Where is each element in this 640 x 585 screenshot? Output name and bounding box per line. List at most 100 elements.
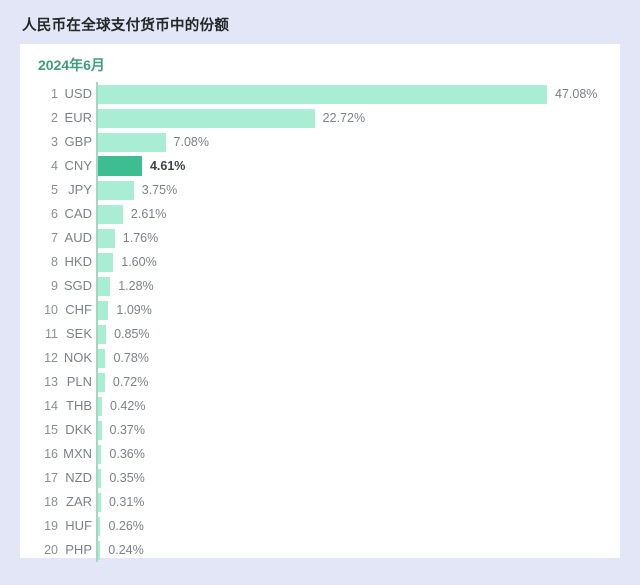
bar-row-bar bbox=[98, 84, 547, 104]
bar-row[interactable]: 5 JPY 3.75% bbox=[20, 178, 620, 202]
bar-row-value-label: 0.35% bbox=[109, 471, 145, 485]
bar-row[interactable]: 17 NZD 0.35% bbox=[20, 466, 620, 490]
bar-row[interactable]: 4 CNY 4.61% bbox=[20, 154, 620, 178]
bar-row-bar bbox=[98, 108, 315, 128]
bar-row-currency-code: NOK bbox=[63, 350, 92, 365]
bar-row-value-label: 0.42% bbox=[110, 399, 146, 413]
bar-row-currency-code: THB bbox=[66, 398, 92, 413]
bar-row-bar bbox=[98, 300, 109, 320]
bar-row[interactable]: 14 THB 0.42% bbox=[20, 394, 620, 418]
bar-row-value-label: 0.31% bbox=[108, 495, 145, 509]
bar-row-currency-code: HKD bbox=[64, 254, 92, 269]
bar-row-value-label: 1.76% bbox=[122, 231, 159, 245]
bar-row-currency-code: JPY bbox=[68, 182, 92, 197]
bar-row-bar bbox=[98, 468, 102, 488]
bar-row-currency-code: SGD bbox=[63, 278, 92, 293]
bar-row[interactable]: 16 MXN 0.36% bbox=[20, 442, 620, 466]
bar-row-rank: 18 bbox=[44, 495, 58, 509]
bar-row[interactable]: 18 ZAR 0.31% bbox=[20, 490, 620, 514]
bar-row[interactable]: 10 CHF 1.09% bbox=[20, 298, 620, 322]
bar-row-bar-wrap: 3.75% bbox=[98, 178, 177, 202]
bar-row-rank: 2 bbox=[51, 111, 58, 125]
bar-row-bar-wrap: 0.36% bbox=[98, 442, 145, 466]
bar-row[interactable]: 2 EUR 22.72% bbox=[20, 106, 620, 130]
bar-row-bar-wrap: 0.85% bbox=[98, 322, 150, 346]
bar-row-bar bbox=[98, 276, 111, 296]
bar-row-value-label: 0.85% bbox=[114, 327, 150, 341]
bar-row-bar bbox=[98, 540, 101, 560]
chart-period-label: 2024年6月 bbox=[38, 57, 105, 73]
bar-row[interactable]: 1 USD 47.08% bbox=[20, 82, 620, 106]
bar-row-bar bbox=[98, 180, 134, 200]
bar-row-bar bbox=[98, 324, 107, 344]
bar-row-currency-code: EUR bbox=[64, 110, 92, 125]
bar-row-rank: 14 bbox=[44, 399, 58, 413]
bar-row[interactable]: 6 CAD 2.61% bbox=[20, 202, 620, 226]
bar-row-bar-wrap: 1.28% bbox=[98, 274, 154, 298]
bar-row[interactable]: 8 HKD 1.60% bbox=[20, 250, 620, 274]
bar-row-currency-code: NZD bbox=[65, 470, 92, 485]
bar-row-currency-code: CHF bbox=[65, 302, 92, 317]
bar-chart: 1 USD 47.08% 2 EUR 22.72% 3 GBP 7.08% 4 CNY 4.61% 5 J… bbox=[20, 82, 620, 562]
bar-row-bar bbox=[98, 348, 106, 368]
bar-row-value-label: 0.26% bbox=[108, 519, 144, 533]
page-root: 人民币在全球支付货币中的份额 2024年6月 1 USD 47.08% 2 EUR 22.… bbox=[0, 0, 640, 585]
bar-row-value-label: 3.75% bbox=[141, 183, 178, 197]
bar-row-bar-wrap: 1.76% bbox=[98, 226, 158, 250]
bar-row-bar-wrap: 0.72% bbox=[98, 370, 148, 394]
bar-row-bar-wrap: 22.72% bbox=[98, 106, 365, 130]
bar-row-currency-code: GBP bbox=[64, 134, 92, 149]
bar-row[interactable]: 11 SEK 0.85% bbox=[20, 322, 620, 346]
bar-row-currency-code: DKK bbox=[65, 422, 92, 437]
bar-row-value-label: 22.72% bbox=[322, 111, 366, 125]
bar-row[interactable]: 20 PHP 0.24% bbox=[20, 538, 620, 562]
bar-row-value-label: 0.78% bbox=[113, 351, 149, 365]
page-title: 人民币在全球支付货币中的份额 bbox=[22, 18, 230, 34]
bar-row-rank: 11 bbox=[45, 327, 58, 341]
bar-row-bar bbox=[98, 396, 102, 416]
bar-row-currency-code: CAD bbox=[64, 206, 92, 221]
bar-row-rank: 16 bbox=[44, 447, 58, 461]
chart-card: 2024年6月 1 USD 47.08% 2 EUR 22.72% 3 GBP 7.08% 4 CN… bbox=[20, 44, 620, 562]
bar-row[interactable]: 3 GBP 7.08% bbox=[20, 130, 620, 154]
bar-row-bar bbox=[98, 372, 105, 392]
bar-row-bar bbox=[98, 420, 102, 440]
bar-row-rank: 4 bbox=[51, 159, 58, 173]
bar-row-rank: 19 bbox=[44, 519, 58, 533]
bar-row[interactable]: 13 PLN 0.72% bbox=[20, 370, 620, 394]
bar-row-value-label: 2.61% bbox=[130, 207, 167, 221]
bar-row-rank: 10 bbox=[44, 303, 58, 317]
bar-row[interactable]: 15 DKK 0.37% bbox=[20, 418, 620, 442]
bar-row-bar-wrap: 47.08% bbox=[98, 82, 597, 106]
bar-row-bar-wrap: 1.09% bbox=[98, 298, 152, 322]
bar-row-rank: 13 bbox=[44, 375, 58, 389]
bar-row-rank: 8 bbox=[51, 255, 58, 269]
bar-row-bar bbox=[98, 132, 166, 152]
bar-row-bar-wrap: 0.35% bbox=[98, 466, 145, 490]
bar-row[interactable]: 19 HUF 0.26% bbox=[20, 514, 620, 538]
bar-row-bar bbox=[98, 156, 142, 176]
bar-row-value-label: 1.60% bbox=[121, 255, 157, 269]
bar-row-value-label: 47.08% bbox=[555, 87, 598, 101]
bar-row-value-label: 0.72% bbox=[112, 375, 149, 389]
bar-row-currency-code: MXN bbox=[63, 446, 92, 461]
bar-row-rank: 20 bbox=[44, 543, 58, 557]
bar-row-currency-code: PHP bbox=[65, 542, 92, 557]
bar-row-bar bbox=[98, 444, 102, 464]
bar-row-value-label: 0.24% bbox=[108, 543, 144, 557]
bar-row-currency-code: AUD bbox=[64, 230, 92, 245]
bar-row-bar bbox=[98, 516, 101, 536]
bar-row-rank: 5 bbox=[51, 183, 58, 197]
bar-row-currency-code: PLN bbox=[66, 374, 92, 389]
bar-row[interactable]: 9 SGD 1.28% bbox=[20, 274, 620, 298]
bar-row-bar bbox=[98, 204, 123, 224]
bar-row[interactable]: 12 NOK 0.78% bbox=[20, 346, 620, 370]
bar-row-rank: 7 bbox=[51, 231, 58, 245]
bar-row[interactable]: 7 AUD 1.76% bbox=[20, 226, 620, 250]
bar-row-currency-code: HUF bbox=[65, 518, 92, 533]
bar-row-rank: 6 bbox=[51, 207, 58, 221]
bar-row-rank: 17 bbox=[44, 471, 58, 485]
bar-row-currency-code: ZAR bbox=[66, 494, 92, 509]
bar-row-bar bbox=[98, 228, 115, 248]
bar-row-bar-wrap: 0.37% bbox=[98, 418, 145, 442]
